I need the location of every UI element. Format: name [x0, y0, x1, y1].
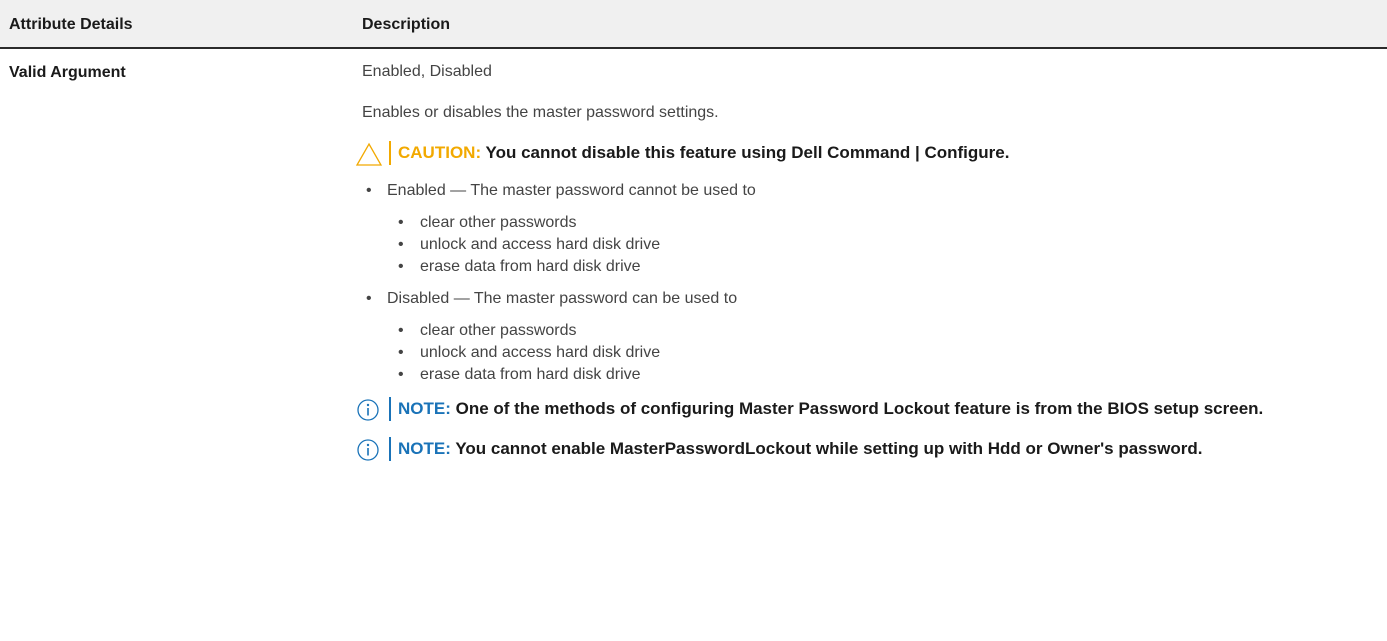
note-text: One of the methods of configuring Master…	[455, 399, 1264, 418]
caution-text: You cannot disable this feature using De…	[485, 143, 1010, 162]
table-header-row: Attribute Details Description	[0, 0, 1387, 49]
description-cell: Enabled, Disabled Enables or disables th…	[355, 62, 1372, 461]
note-tag: NOTE:	[398, 399, 451, 418]
sub-list-item: • clear other passwords	[362, 320, 1372, 342]
sub-list-enabled: • clear other passwords • unlock and acc…	[362, 212, 1372, 278]
sub-list-item: • clear other passwords	[362, 212, 1372, 234]
summary-text: Enables or disables the master password …	[362, 104, 719, 121]
documentation-page: Attribute Details Description Valid Argu…	[0, 0, 1387, 641]
bullet-dot: •	[398, 214, 404, 231]
sub-list-item: • erase data from hard disk drive	[362, 256, 1372, 278]
column-header-description: Description	[362, 16, 451, 33]
bullet-dot: •	[398, 344, 404, 361]
sub-list-item: • erase data from hard disk drive	[362, 364, 1372, 386]
options-list: • Enabled — The master password cannot b…	[362, 181, 1372, 386]
sub-list-item-text: erase data from hard disk drive	[420, 366, 641, 383]
note-bar	[389, 397, 391, 421]
list-item-text: Enabled — The master password cannot be …	[387, 182, 756, 199]
info-circle-icon	[355, 397, 385, 423]
sub-list-disabled: • clear other passwords • unlock and acc…	[362, 320, 1372, 386]
note-callout: NOTE: One of the methods of configuring …	[357, 397, 1372, 421]
note-tag: NOTE:	[398, 439, 451, 458]
sub-list-item-text: erase data from hard disk drive	[420, 258, 641, 275]
caution-tag: CAUTION:	[398, 143, 482, 162]
bullet-dot: •	[366, 290, 372, 307]
caution-bar	[389, 141, 391, 165]
sub-list-item-text: clear other passwords	[420, 322, 577, 339]
sub-list-item-text: unlock and access hard disk drive	[420, 236, 661, 253]
sub-list-item-text: clear other passwords	[420, 214, 577, 231]
list-item-disabled: • Disabled — The master password can be …	[362, 289, 1372, 309]
sub-list-item: • unlock and access hard disk drive	[362, 342, 1372, 364]
bullet-dot: •	[398, 322, 404, 339]
bullet-dot: •	[398, 366, 404, 383]
bullet-dot: •	[398, 236, 404, 253]
note-callout: NOTE: You cannot enable MasterPasswordLo…	[357, 437, 1372, 461]
info-circle-icon	[355, 437, 385, 463]
attribute-label: Valid Argument	[9, 64, 126, 81]
note-text: You cannot enable MasterPasswordLockout …	[455, 439, 1203, 458]
caution-callout: CAUTION: You cannot disable this feature…	[355, 141, 1372, 166]
column-header-attribute-details: Attribute Details	[9, 16, 133, 33]
warning-triangle-icon	[355, 141, 385, 167]
sub-list-item: • unlock and access hard disk drive	[362, 234, 1372, 256]
sub-list-item-text: unlock and access hard disk drive	[420, 344, 661, 361]
valid-values-text: Enabled, Disabled	[362, 63, 492, 80]
list-item-text: Disabled — The master password can be us…	[387, 290, 738, 307]
bullet-dot: •	[398, 258, 404, 275]
bullet-dot: •	[366, 182, 372, 199]
note-bar	[389, 437, 391, 461]
list-item-enabled: • Enabled — The master password cannot b…	[362, 181, 1372, 201]
